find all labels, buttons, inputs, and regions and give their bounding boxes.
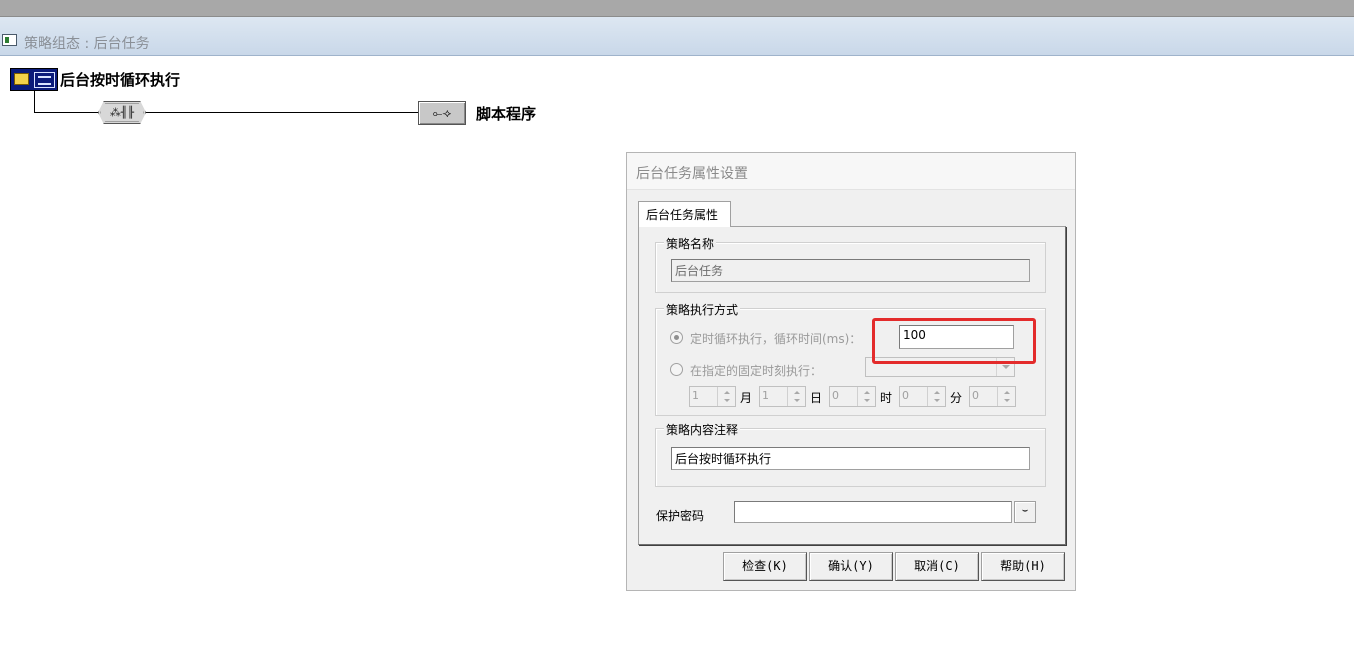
dialog-title: 后台任务属性设置	[636, 166, 748, 182]
window-title-bar: 策略组态 : 后台任务	[0, 17, 1354, 56]
second-spinner[interactable]: 0	[969, 386, 1016, 407]
name-group: 策略名称 后台任务	[655, 235, 1046, 293]
tree-icon	[34, 72, 55, 88]
tree-connector-horizontal	[34, 112, 419, 113]
task-properties-dialog: 后台任务属性设置 后台任务属性 策略名称 后台任务 策略执行方式 定时循环执行，…	[626, 152, 1076, 591]
script-icon[interactable]: ⟜⟢	[418, 101, 466, 125]
month-spinner[interactable]: 1	[689, 386, 736, 407]
password-label: 保护密码	[656, 509, 705, 523]
cancel-button[interactable]: 取消(C)	[895, 552, 979, 581]
password-input[interactable]	[734, 501, 1012, 523]
name-group-legend: 策略名称	[664, 235, 717, 252]
window-icon	[2, 34, 17, 46]
spin-arrows-icon[interactable]	[997, 387, 1015, 406]
comment-input[interactable]: 后台按时循环执行	[671, 447, 1030, 470]
month-value: 1	[692, 389, 699, 402]
minute-unit: 分	[950, 391, 963, 405]
spin-arrows-icon[interactable]	[857, 387, 875, 406]
strategy-name-field: 后台任务	[671, 259, 1030, 282]
day-unit: 日	[810, 391, 823, 405]
spin-arrows-icon[interactable]	[717, 387, 735, 406]
radio-timed-loop[interactable]	[670, 331, 683, 344]
help-button[interactable]: 帮助(H)	[981, 552, 1065, 581]
script-label[interactable]: 脚本程序	[476, 103, 536, 124]
highlight-box	[872, 318, 1036, 364]
spin-arrows-icon[interactable]	[927, 387, 945, 406]
comment-legend: 策略内容注释	[664, 421, 741, 438]
eye-icon[interactable]: ⌣	[1014, 501, 1036, 523]
strategy-node-icon[interactable]	[10, 68, 58, 91]
dialog-title-bar: 后台任务属性设置	[627, 153, 1075, 190]
spin-arrows-icon[interactable]	[787, 387, 805, 406]
tab-task-properties[interactable]: 后台任务属性	[638, 201, 731, 227]
day-value: 1	[762, 389, 769, 402]
tab-panel: 策略名称 后台任务 策略执行方式 定时循环执行，循环时间(ms)： 1 0 0 在指…	[638, 226, 1066, 545]
check-button[interactable]: 检查(K)	[723, 552, 807, 581]
strategy-node-label[interactable]: 后台按时循环执行	[60, 69, 180, 90]
radio-timed-loop-label: 定时循环执行，循环时间(ms)：	[690, 332, 862, 346]
top-strip	[0, 0, 1354, 17]
hour-value: 0	[832, 389, 839, 402]
exec-mode-legend: 策略执行方式	[664, 301, 741, 318]
minute-spinner[interactable]: 0	[899, 386, 946, 407]
hour-unit: 时	[880, 391, 893, 405]
window-title: 策略组态 : 后台任务	[24, 36, 150, 52]
confirm-button[interactable]: 确认(Y)	[809, 552, 893, 581]
hour-spinner[interactable]: 0	[829, 386, 876, 407]
second-value: 0	[972, 389, 979, 402]
radio-fixed-time[interactable]	[670, 363, 683, 376]
minute-value: 0	[902, 389, 909, 402]
month-unit: 月	[740, 391, 753, 405]
folder-icon	[14, 73, 29, 85]
radio-fixed-time-label: 在指定的固定时刻执行：	[690, 364, 823, 378]
condition-icon[interactable]: ⁂╢╟	[98, 101, 146, 124]
tree-connector-vertical	[34, 91, 35, 113]
comment-group: 策略内容注释 后台按时循环执行	[655, 421, 1046, 487]
day-spinner[interactable]: 1	[759, 386, 806, 407]
